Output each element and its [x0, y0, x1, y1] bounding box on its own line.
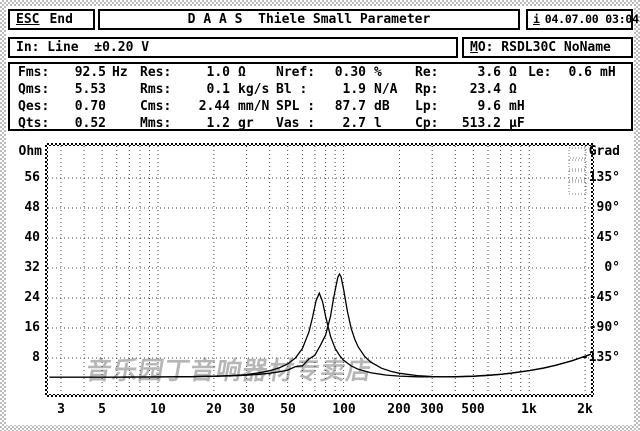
ohm-tick-label: 48	[0, 200, 40, 216]
title-bar: D A A S Thiele Small Parameter	[98, 9, 520, 30]
esc-end-button[interactable]: ESC End	[8, 9, 95, 30]
param-unit: N/A	[374, 83, 397, 97]
ohm-tick-label: 16	[0, 320, 40, 336]
param-value: 1.0	[150, 66, 230, 80]
param-unit: mm/N	[238, 100, 269, 114]
param-value: 2.7	[286, 117, 366, 131]
param-value: 0.52	[26, 117, 106, 131]
daas-screen: ESCEnd D A A S Thiele Small Parameter i0…	[0, 0, 640, 431]
ohm-tick-label: 32	[0, 260, 40, 276]
end-label: End	[49, 12, 72, 27]
page-title: D A A S Thiele Small Parameter	[188, 12, 431, 27]
param-value: 1.9	[286, 83, 366, 97]
param-unit: dB	[374, 100, 390, 114]
param-unit: mH	[509, 100, 525, 114]
freq-tick-label: 50	[268, 402, 308, 418]
parameters-panel: Fms:92.5HzRes:1.0ΩNref:0.30%Re:3.6ΩLe:0.…	[8, 62, 633, 131]
param-value: 0.70	[26, 100, 106, 114]
impedance-chart: 音乐园丁音响器材专卖店 Ohm Grad 56 48 40 32 24 16 8 135° 90° 4…	[0, 140, 640, 425]
grad-tick-label: 0°	[572, 260, 620, 276]
grad-tick-label: -90°	[572, 320, 620, 336]
grad-tick-label: -135°	[572, 350, 620, 366]
freq-tick-label: 5	[82, 402, 122, 418]
info-key-label: i	[533, 12, 540, 26]
grad-tick-label: 135°	[572, 170, 620, 186]
param-value: 92.5	[26, 66, 106, 80]
freq-tick-label: 1k	[509, 402, 549, 418]
input-mode-label: In: Line ±0.20 V	[16, 40, 149, 55]
ohm-tick-label: 40	[0, 230, 40, 246]
param-value: 87.7	[286, 100, 366, 114]
input-mode-button[interactable]: In: Line ±0.20 V	[8, 37, 458, 58]
param-unit: Hz	[112, 66, 128, 80]
grad-tick-label: -45°	[572, 290, 620, 306]
freq-tick-label: 10	[138, 402, 178, 418]
esc-key-label: ESC	[16, 12, 39, 27]
param-unit: %	[374, 66, 382, 80]
param-value: 23.4	[421, 83, 501, 97]
param-unit: Ω	[238, 66, 246, 80]
param-unit: l	[374, 117, 382, 131]
ohm-tick-label: 24	[0, 290, 40, 306]
model-key-label: M	[470, 40, 478, 55]
param-value: 0.1	[150, 83, 230, 97]
grad-tick-label: 90°	[572, 200, 620, 216]
y-axis-left-title: Ohm	[0, 144, 42, 160]
param-value: 513.2	[421, 117, 501, 131]
datetime-label: 04.07.00 03:04	[545, 12, 639, 26]
model-select-button[interactable]: MO: RSDL30C NoName	[462, 37, 633, 58]
freq-tick-label: 2k	[565, 402, 605, 418]
param-value: 0.6	[512, 66, 592, 80]
param-unit: gr	[238, 117, 254, 131]
ohm-tick-label: 56	[0, 170, 40, 186]
watermark-text: 音乐园丁音响器材专卖店	[84, 356, 375, 385]
param-unit: kg/s	[238, 83, 269, 97]
param-value: 3.6	[421, 66, 501, 80]
param-value: 1.2	[150, 117, 230, 131]
param-value: 0.30	[286, 66, 366, 80]
freq-tick-label: 100	[324, 402, 364, 418]
model-name-label: O: RSDL30C NoName	[478, 40, 611, 55]
ohm-tick-label: 8	[0, 350, 40, 366]
param-unit: mH	[600, 66, 616, 80]
param-value: 9.6	[421, 100, 501, 114]
grad-tick-label: 45°	[572, 230, 620, 246]
param-unit: μF	[509, 117, 525, 131]
freq-tick-label: 500	[453, 402, 493, 418]
freq-tick-label: 30	[227, 402, 267, 418]
param-unit: Ω	[509, 83, 517, 97]
param-value: 2.44	[150, 100, 230, 114]
info-button[interactable]: i04.07.00 03:04	[526, 9, 633, 30]
param-value: 5.53	[26, 83, 106, 97]
freq-tick-label: 300	[412, 402, 452, 418]
impedance-plot: 音乐园丁音响器材专卖店	[48, 146, 591, 408]
y-axis-right-title: Grad	[576, 144, 620, 160]
freq-tick-label: 3	[41, 402, 81, 418]
